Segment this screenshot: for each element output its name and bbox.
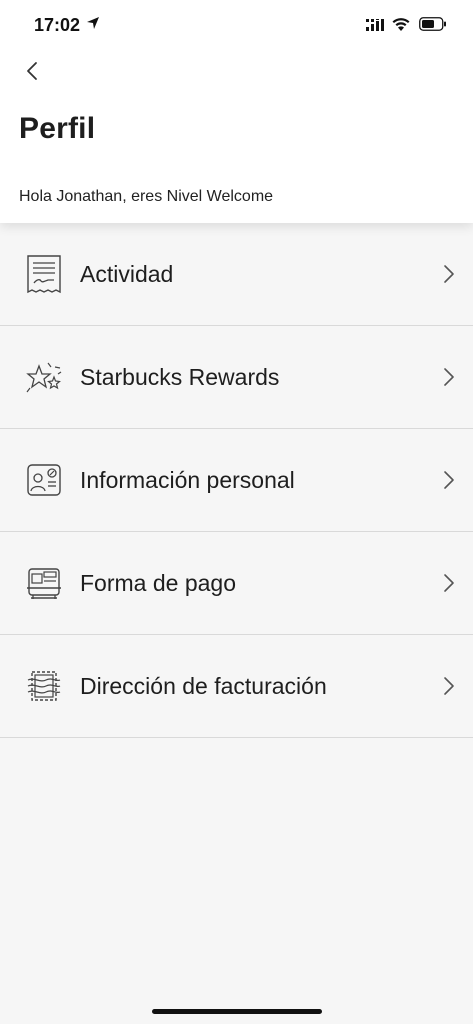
menu-item-label: Actividad (80, 261, 174, 287)
receipt-icon (27, 255, 61, 294)
chevron-right-icon (444, 265, 454, 283)
menu-item-label: Información personal (80, 467, 295, 493)
menu-item-direccion-facturacion[interactable]: Dirección de facturación (0, 635, 473, 738)
chevron-right-icon (444, 574, 454, 592)
id-card-icon (27, 464, 61, 496)
menu-item-starbucks-rewards[interactable]: Starbucks Rewards (0, 326, 473, 429)
menu-item-forma-de-pago[interactable]: Forma de pago (0, 532, 473, 635)
menu-item-label: Starbucks Rewards (80, 364, 280, 390)
status-bar: 17:02 (0, 0, 473, 50)
location-arrow-icon (87, 17, 99, 29)
profile-screen: 17:02 Perfil Hola Jonathan, eres Nivel W… (0, 0, 473, 1024)
payment-terminal-icon (27, 568, 61, 599)
menu-item-label: Dirección de facturación (80, 673, 327, 699)
chevron-right-icon (444, 368, 454, 386)
battery-icon (419, 17, 446, 31)
profile-menu: Actividad Starbucks Rewards Información … (0, 223, 473, 738)
stamp-envelope-icon (27, 671, 61, 701)
back-button[interactable] (18, 56, 46, 86)
sparkles-icon (26, 362, 62, 393)
menu-item-informacion-personal[interactable]: Información personal (0, 429, 473, 532)
greeting-text: Hola Jonathan, eres Nivel Welcome (19, 188, 274, 205)
chevron-right-icon (444, 471, 454, 489)
cellular-signal-icon (366, 19, 384, 31)
chevron-left-icon (27, 62, 37, 80)
header: 17:02 Perfil Hola Jonathan, eres Nivel W… (0, 0, 473, 223)
menu-item-actividad[interactable]: Actividad (0, 223, 473, 326)
wifi-icon (392, 18, 410, 31)
menu-item-label: Forma de pago (80, 570, 236, 596)
chevron-right-icon (444, 677, 454, 695)
home-indicator[interactable] (152, 1009, 322, 1014)
page-title: Perfil (19, 112, 96, 145)
status-time: 17:02 (34, 15, 81, 35)
